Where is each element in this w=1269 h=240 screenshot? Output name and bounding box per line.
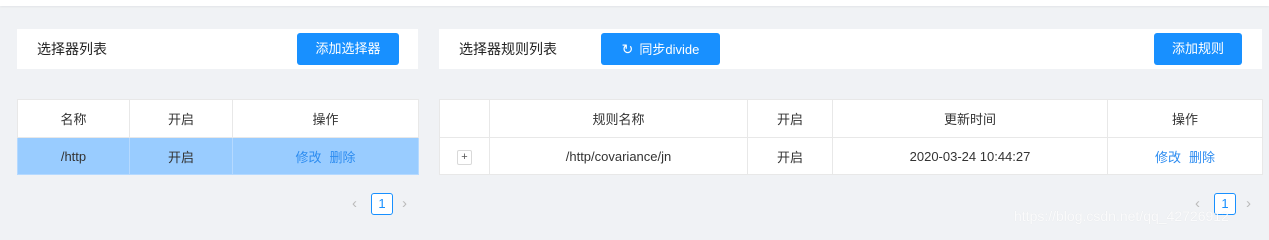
rule-panel-header: 选择器规则列表 ↻ 同步divide 添加规则	[439, 29, 1262, 69]
selector-pagination: ‹ 1 ›	[352, 193, 414, 217]
selector-name-cell: /http	[17, 137, 130, 175]
column-header-enabled: 开启	[129, 99, 233, 138]
next-page-icon[interactable]: ›	[402, 195, 407, 212]
column-header-actions: 操作	[1107, 99, 1263, 138]
top-bar	[0, 0, 1269, 6]
status-badge: 开启	[747, 137, 833, 175]
prev-page-icon[interactable]: ‹	[352, 195, 357, 212]
selector-table: 名称 开启 操作 /http 开启 修改 删除	[17, 99, 419, 175]
next-page-icon[interactable]: ›	[1246, 195, 1251, 212]
selector-table-header: 名称 开启 操作	[17, 99, 419, 138]
status-badge: 开启	[129, 137, 233, 175]
column-header-rule-name: 规则名称	[489, 99, 748, 138]
sync-divide-label: 同步divide	[639, 42, 700, 57]
table-row[interactable]: /http 开启 修改 删除	[17, 137, 419, 175]
rule-table: 规则名称 开启 更新时间 操作 + /http/covariance/jn 开启…	[439, 99, 1263, 175]
actions-cell: 修改 删除	[1107, 137, 1263, 175]
rule-panel-title: 选择器规则列表	[459, 41, 557, 57]
add-rule-button[interactable]: 添加规则	[1154, 33, 1242, 65]
table-row: + /http/covariance/jn 开启 2020-03-24 10:4…	[439, 137, 1263, 175]
column-header-name: 名称	[17, 99, 130, 138]
updated-time-cell: 2020-03-24 10:44:27	[832, 137, 1108, 175]
selector-panel-header: 选择器列表 添加选择器	[17, 29, 418, 69]
edit-link[interactable]: 修改	[295, 150, 321, 165]
rule-table-header: 规则名称 开启 更新时间 操作	[439, 99, 1263, 138]
add-selector-button[interactable]: 添加选择器	[297, 33, 399, 65]
page-number-1[interactable]: 1	[371, 193, 393, 215]
refresh-icon: ↻	[621, 41, 634, 57]
column-header-enabled: 开启	[747, 99, 833, 138]
column-header-expand	[439, 99, 490, 138]
expand-cell: +	[439, 137, 490, 175]
selector-panel-title: 选择器列表	[37, 41, 107, 57]
column-header-updated: 更新时间	[832, 99, 1108, 138]
watermark: https://blog.csdn.net/qq_42726912	[1014, 208, 1229, 224]
edit-link[interactable]: 修改	[1155, 150, 1181, 165]
column-header-actions: 操作	[232, 99, 419, 138]
rule-name-cell: /http/covariance/jn	[489, 137, 748, 175]
delete-link[interactable]: 删除	[1189, 150, 1215, 165]
actions-cell: 修改 删除	[232, 137, 419, 175]
delete-link[interactable]: 删除	[330, 150, 356, 165]
sync-divide-button[interactable]: ↻ 同步divide	[601, 33, 720, 65]
expand-icon[interactable]: +	[457, 149, 472, 165]
